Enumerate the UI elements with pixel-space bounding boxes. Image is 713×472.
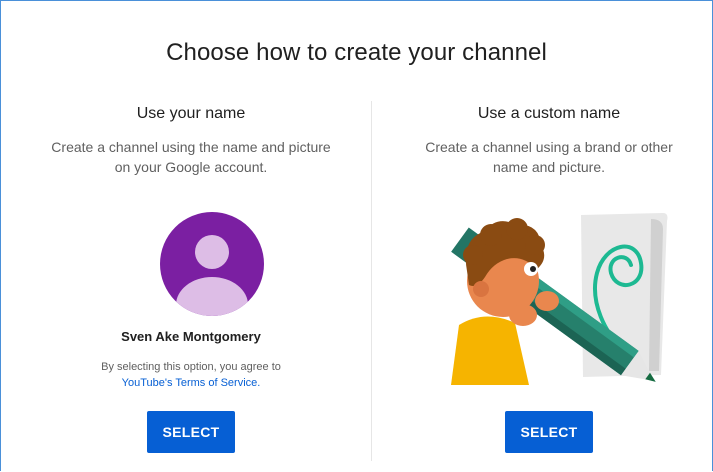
terms-of-service-link[interactable]: YouTube's Terms of Service. bbox=[122, 377, 261, 389]
column-divider bbox=[371, 101, 372, 461]
use-custom-name-description-line2: name and picture. bbox=[492, 159, 606, 175]
use-custom-name-description-line1: Create a channel using a brand or other bbox=[425, 139, 673, 155]
terms-notice: By selecting this option, you agree to Y… bbox=[21, 359, 361, 391]
child-with-giant-pencil-illustration bbox=[411, 185, 671, 385]
select-use-custom-name-button[interactable]: SELECT bbox=[505, 411, 593, 453]
use-your-name-option: Use your name Create a channel using the… bbox=[21, 105, 361, 453]
account-name: Sven Ake Montgomery bbox=[121, 329, 261, 344]
use-your-name-description-line1: Create a channel using the name and pict… bbox=[51, 139, 331, 155]
use-your-name-description-line2: on your Google account. bbox=[114, 159, 268, 175]
use-custom-name-description: Create a channel using a brand or other … bbox=[384, 137, 713, 177]
use-your-name-description: Create a channel using the name and pict… bbox=[21, 137, 361, 177]
create-channel-dialog: Choose how to create your channel Use yo… bbox=[0, 0, 713, 471]
terms-prefix: By selecting this option, you agree to bbox=[101, 361, 281, 373]
use-your-name-heading: Use your name bbox=[136, 105, 246, 122]
default-user-avatar-icon bbox=[160, 212, 264, 316]
dialog-title: Choose how to create your channel bbox=[166, 39, 547, 66]
use-custom-name-option: Use a custom name Create a channel using… bbox=[384, 105, 713, 453]
use-custom-name-heading: Use a custom name bbox=[477, 105, 621, 122]
select-use-your-name-button[interactable]: SELECT bbox=[147, 411, 235, 453]
